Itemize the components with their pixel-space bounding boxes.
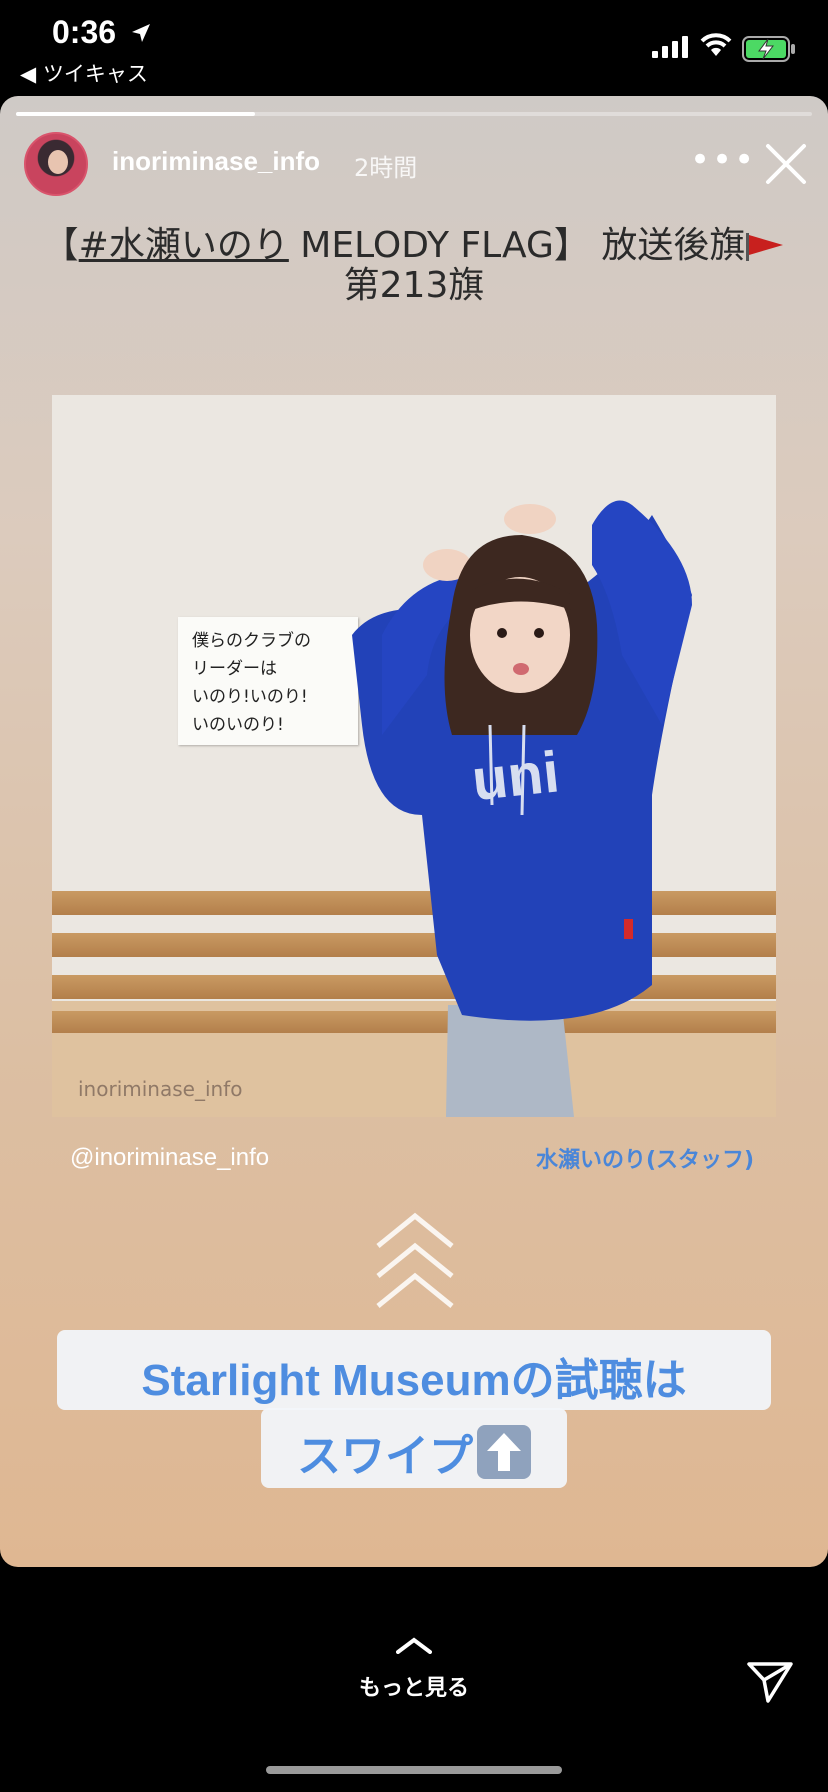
signal-icon <box>652 36 688 58</box>
close-icon[interactable] <box>764 142 808 186</box>
story-time-ago: 2時間 <box>354 154 418 182</box>
story-progress-fill <box>16 112 255 116</box>
sticker-text-line1: Starlight Museumの試聴は <box>141 1356 687 1405</box>
sticker-text-line2-wrap: スワイプ <box>0 1420 828 1484</box>
up-arrow-emoji-icon <box>477 1425 531 1479</box>
headline-hashtag[interactable]: #水瀬いのり <box>79 225 289 266</box>
wifi-icon <box>700 33 732 56</box>
person-figure: uni <box>352 500 692 1117</box>
headline-prefix: 【 <box>42 225 79 266</box>
story-photo: 僕らのクラブの リーダーは いのり!いのり! いのいのり! uni inorim… <box>52 395 776 1117</box>
location-arrow-icon <box>132 24 150 42</box>
home-indicator <box>266 1766 562 1774</box>
see-more-button[interactable]: もっと見る <box>0 1670 828 1702</box>
headline-show-title: MELODY FLAG】 放送後旗 <box>288 225 746 266</box>
staff-label: 水瀬いのり(スタッフ) <box>536 1148 755 1173</box>
chevron-up-icon[interactable] <box>396 1636 432 1654</box>
sticker-text-line2: スワイプ <box>297 1432 473 1481</box>
back-to-app-link[interactable]: ◀ ツイキャス <box>20 58 148 88</box>
status-bar: 0:36 ◀ ツイキャス <box>0 0 828 96</box>
status-time: 0:36 <box>52 14 117 50</box>
story-headline: 【#水瀬いのり MELODY FLAG】 放送後旗 第213旗 <box>0 226 828 306</box>
story-card[interactable]: inoriminase_info 2時間 ••• 【#水瀬いのり MELODY … <box>0 96 828 1567</box>
headline-episode: 第213旗 <box>343 265 485 306</box>
svg-text:uni: uni <box>469 739 562 813</box>
photo-watermark: inoriminase_info <box>78 1077 243 1101</box>
battery-charging-icon <box>742 36 795 62</box>
avatar[interactable] <box>24 132 88 196</box>
story-username[interactable]: inoriminase_info <box>112 146 320 177</box>
red-flag-icon <box>746 233 784 261</box>
send-icon[interactable] <box>746 1660 794 1704</box>
more-options-button[interactable]: ••• <box>690 140 756 180</box>
swipe-up-chevrons-icon[interactable] <box>374 1212 456 1316</box>
story-progress-bar <box>16 112 812 116</box>
mention-sticker[interactable]: @inoriminase_info <box>70 1144 269 1172</box>
